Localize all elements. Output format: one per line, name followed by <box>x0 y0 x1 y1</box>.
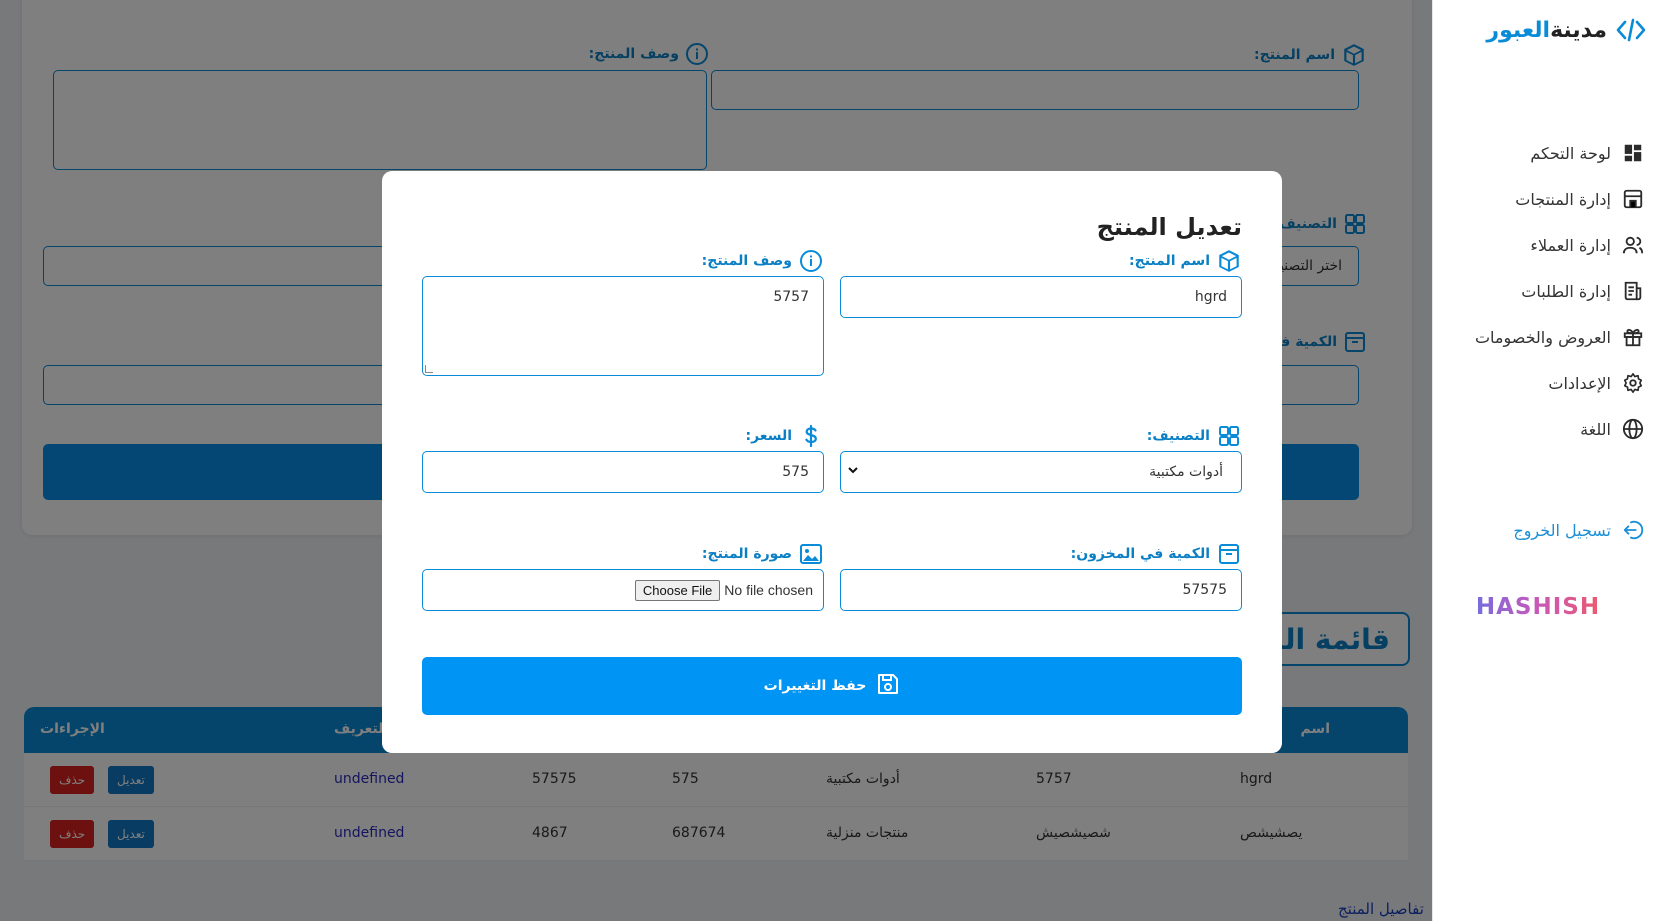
gear-icon <box>1621 371 1645 395</box>
name-input[interactable]: hgrd <box>840 276 1242 318</box>
category-selected-value: أدوات مكتبية <box>1149 464 1223 480</box>
category-label: التصنيف: <box>840 421 1242 451</box>
sidebar-item-products[interactable]: إدارة المنتجات <box>1445 176 1645 222</box>
price-label: السعر: <box>422 421 824 451</box>
edit-product-modal: تعديل المنتج اسم المنتج: hgrd وصف المنتج… <box>382 171 1282 753</box>
resize-handle-icon[interactable] <box>425 365 433 373</box>
sidebar: مدينةالعبور لوحة التحكم إدارة المنتجات إ… <box>1432 0 1663 921</box>
choose-file-button[interactable]: Choose File <box>634 579 721 601</box>
gift-icon <box>1621 325 1645 349</box>
image-label: صورة المنتج: <box>422 539 824 569</box>
description-field: وصف المنتج: 5757 <box>422 246 824 376</box>
price-field: السعر: 575 <box>422 421 824 493</box>
name-field: اسم المنتج: hgrd <box>840 246 1242 318</box>
sidebar-item-label: إدارة المنتجات <box>1515 189 1611 209</box>
sidebar-item-label: إدارة الطلبات <box>1521 281 1611 301</box>
users-icon <box>1621 233 1645 257</box>
sidebar-nav: لوحة التحكم إدارة المنتجات إدارة العملاء… <box>1445 130 1645 452</box>
category-select[interactable]: أدوات مكتبية <box>840 451 1242 493</box>
code-icon <box>1615 14 1647 46</box>
image-file-input[interactable]: No file chosen Choose File <box>422 569 824 611</box>
dashboard-icon <box>1621 141 1645 165</box>
sidebar-item-dashboard[interactable]: لوحة التحكم <box>1445 130 1645 176</box>
description-textarea[interactable]: 5757 <box>422 276 824 376</box>
sidebar-item-label: إدارة العملاء <box>1530 235 1611 255</box>
description-value: 5757 <box>773 289 809 305</box>
save-label: حفظ التغييرات <box>763 678 867 694</box>
archive-icon <box>1216 541 1242 567</box>
grid-icon <box>1216 423 1242 449</box>
sidebar-item-label: لوحة التحكم <box>1530 143 1611 163</box>
brand-name: مدينةالعبور <box>1486 17 1607 43</box>
sidebar-item-customers[interactable]: إدارة العملاء <box>1445 222 1645 268</box>
info-icon <box>798 248 824 274</box>
sidebar-item-orders[interactable]: إدارة الطلبات <box>1445 268 1645 314</box>
box-icon <box>1216 248 1242 274</box>
save-changes-button[interactable]: حفظ التغييرات <box>422 657 1242 715</box>
sidebar-item-label: الإعدادات <box>1548 373 1611 393</box>
hashish-logo: HASHISH <box>1468 594 1608 620</box>
price-input[interactable]: 575 <box>422 451 824 493</box>
globe-icon <box>1621 417 1645 441</box>
description-label: وصف المنتج: <box>422 246 824 276</box>
orders-icon <box>1621 279 1645 303</box>
store-icon <box>1621 187 1645 211</box>
stock-field: الكمية في المخزون: 57575 <box>840 539 1242 611</box>
sidebar-item-settings[interactable]: الإعدادات <box>1445 360 1645 406</box>
image-icon <box>798 541 824 567</box>
logout-label: تسجيل الخروج <box>1513 520 1611 540</box>
name-label: اسم المنتج: <box>840 246 1242 276</box>
modal-title: تعديل المنتج <box>1096 213 1242 241</box>
stock-input[interactable]: 57575 <box>840 569 1242 611</box>
stock-label: الكمية في المخزون: <box>840 539 1242 569</box>
category-field: التصنيف: أدوات مكتبية <box>840 421 1242 493</box>
logout-icon <box>1621 518 1645 542</box>
sidebar-item-label: العروض والخصومات <box>1474 327 1611 347</box>
file-status: No file chosen <box>724 582 813 598</box>
brand-logo[interactable]: مدينةالعبور <box>1486 14 1647 46</box>
chevron-down-icon <box>847 464 859 480</box>
save-icon <box>876 672 900 700</box>
sidebar-item-language[interactable]: اللغة <box>1445 406 1645 452</box>
sidebar-item-label: اللغة <box>1580 419 1611 439</box>
image-field: صورة المنتج: No file chosen Choose File <box>422 539 824 611</box>
sidebar-item-offers[interactable]: العروض والخصومات <box>1445 314 1645 360</box>
logout-button[interactable]: تسجيل الخروج <box>1513 518 1645 542</box>
dollar-icon <box>798 423 824 449</box>
